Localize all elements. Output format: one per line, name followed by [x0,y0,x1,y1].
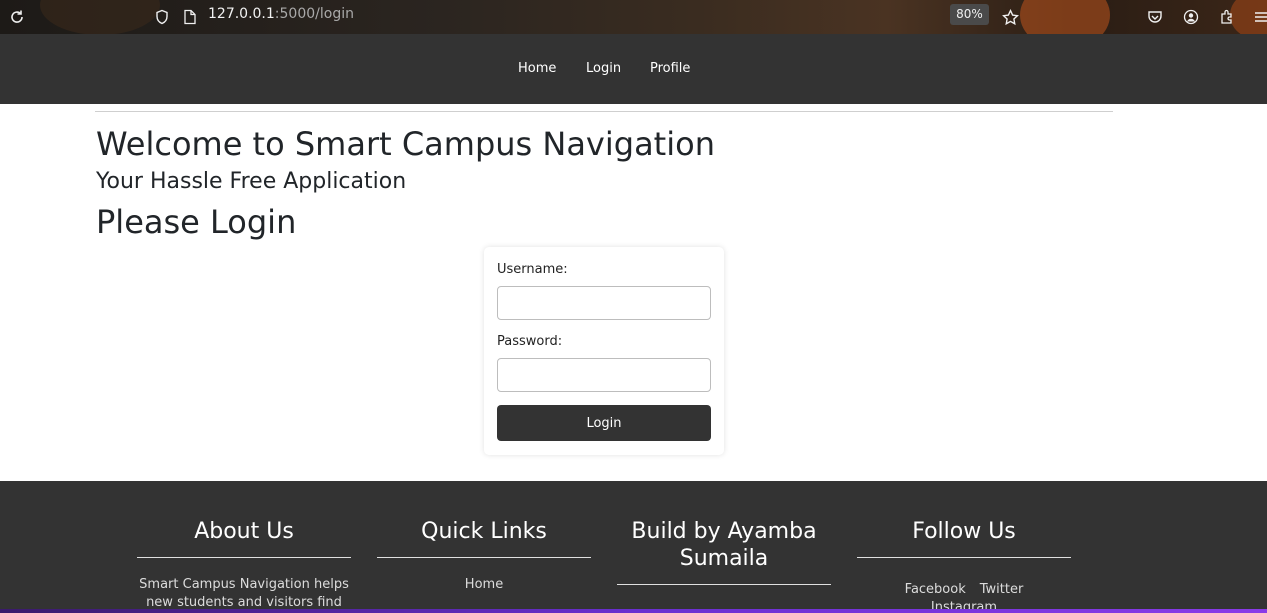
login-heading: Please Login [96,203,297,241]
footer-quick-links: Quick Links Home [377,481,591,594]
url-path: :5000/login [274,6,354,22]
footer-quick-links-title: Quick Links [377,481,591,558]
browser-toolbar: 127.0.0.1:5000/login 80% [0,0,1267,34]
reload-icon[interactable] [7,7,27,27]
page-icon [180,7,200,27]
address-bar[interactable]: 127.0.0.1:5000/login [208,5,354,23]
footer-link-facebook[interactable]: Facebook [905,582,966,597]
site-footer: About Us Smart Campus Navigation helps n… [0,481,1267,613]
theme-decoration [1020,0,1110,34]
header-divider [95,111,1113,112]
footer-build: Build by Ayamba Sumaila [617,481,831,585]
theme-decoration [40,0,160,34]
taskbar-strip [0,609,1267,613]
page-subtitle: Your Hassle Free Application [96,169,407,194]
footer-follow-title: Follow Us [857,481,1071,558]
menu-icon[interactable] [1251,7,1267,27]
footer-about-text: Smart Campus Navigation helps new studen… [139,577,349,610]
footer-about-title: About Us [137,481,351,558]
star-icon[interactable] [1000,7,1020,27]
nav-link-login[interactable]: Login [586,61,621,76]
footer-build-title: Build by Ayamba Sumaila [617,481,831,585]
url-host: 127.0.0.1 [208,6,275,22]
main-navbar: Home Login Profile [0,34,1267,104]
username-label: Username: [497,262,568,277]
password-label: Password: [497,334,563,349]
page-title: Welcome to Smart Campus Navigation [96,125,715,163]
nav-link-home[interactable]: Home [518,61,556,76]
password-input[interactable] [497,358,711,392]
login-button[interactable]: Login [497,405,711,441]
login-form: Username: Password: Login [484,247,724,455]
footer-link-home[interactable]: Home [377,576,591,594]
username-input[interactable] [497,286,711,320]
shield-icon[interactable] [152,7,172,27]
zoom-level-badge[interactable]: 80% [950,4,989,25]
nav-link-profile[interactable]: Profile [650,61,690,76]
extensions-icon[interactable] [1217,7,1237,27]
footer-follow: Follow Us Facebook Twitter Instagram [857,481,1071,613]
footer-about: About Us Smart Campus Navigation helps n… [137,481,351,612]
footer-link-twitter[interactable]: Twitter [980,582,1024,597]
pocket-icon[interactable] [1145,7,1165,27]
account-icon[interactable] [1181,7,1201,27]
